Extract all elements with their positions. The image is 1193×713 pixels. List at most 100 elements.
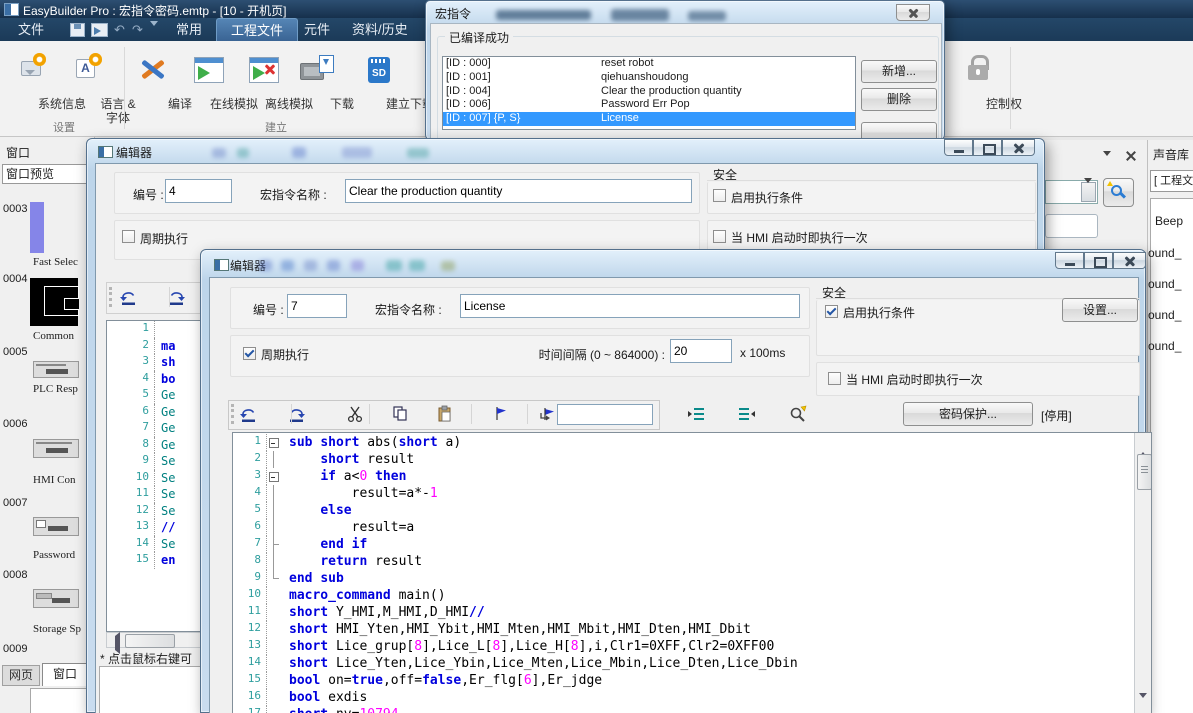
maximize-button[interactable]	[973, 139, 1002, 156]
undo-icon[interactable]: ↶	[114, 22, 125, 38]
macro-row[interactable]: [ID : 000]reset robot	[443, 57, 855, 71]
system-info-icon	[18, 51, 54, 91]
qat-menu-caret-icon[interactable]	[150, 26, 158, 40]
undo-icon[interactable]	[119, 288, 139, 306]
panel-menu-caret-icon[interactable]	[1103, 156, 1111, 170]
lock-icon	[960, 51, 996, 91]
editor4-startup-checkbox[interactable]	[713, 230, 726, 243]
editor7-periodic-label: 周期执行	[261, 346, 309, 363]
editor4-periodic-label: 周期执行	[140, 230, 188, 247]
menu-tab-common[interactable]: 常用	[162, 18, 216, 41]
panel-close-icon[interactable]	[1125, 150, 1137, 162]
editor4-no-input[interactable]	[165, 179, 232, 203]
sound-item[interactable]: Beep	[1155, 214, 1183, 228]
sound-list: Beep ound_ ound_ ound_ ound_	[1150, 198, 1193, 713]
close-button[interactable]	[1113, 252, 1146, 269]
editor7-startup-checkbox[interactable]	[828, 372, 841, 385]
ribbon-group-build: 建立	[128, 119, 424, 135]
code-line: 17short nv=10794	[233, 706, 1151, 713]
app-icon	[4, 3, 19, 16]
window-thumbnail[interactable]	[30, 202, 44, 253]
copy-icon[interactable]	[391, 405, 411, 423]
menu-file[interactable]: 文件	[4, 18, 58, 41]
editor7-periodic-checkbox[interactable]	[243, 347, 256, 360]
sound-filter-dropdown[interactable]: [ 工程文	[1150, 170, 1193, 192]
maximize-button[interactable]	[1084, 252, 1113, 269]
tab-window[interactable]: 窗口	[42, 663, 88, 686]
scroll-up-icon[interactable]	[1139, 438, 1147, 452]
code-line: 16bool exdis	[233, 689, 1151, 706]
editor7-code-area[interactable]: 1sub short abs(short a)2 short result3 i…	[232, 432, 1152, 713]
scroll-thumb[interactable]	[1137, 454, 1152, 490]
editor7-toolbar	[228, 400, 660, 430]
code-line: 4 result=a*-1	[233, 485, 1151, 502]
undo-icon[interactable]	[239, 405, 259, 423]
editor7-password-protect-button[interactable]: 密码保护...	[903, 402, 1033, 426]
minimize-button[interactable]	[1055, 252, 1084, 269]
minimize-button[interactable]	[944, 139, 973, 156]
window-thumbnail[interactable]	[33, 439, 79, 458]
macro-dialog-close-button[interactable]	[896, 4, 930, 21]
indent-icon[interactable]	[687, 405, 707, 423]
compile-status-label: 已编译成功	[445, 29, 513, 46]
macro-delete-button[interactable]: 删除	[861, 88, 937, 111]
outdent-icon[interactable]	[736, 405, 756, 423]
menu-tab-object[interactable]: 元件	[290, 18, 344, 41]
editor7-interval-input[interactable]	[670, 339, 732, 363]
editor4-name-input[interactable]	[345, 179, 692, 203]
macro-row[interactable]: [ID : 006]Password Err Pop	[443, 98, 855, 112]
macro-row-selected[interactable]: [ID : 007] {P, S}License	[443, 112, 855, 126]
combobox-arrow-icon[interactable]	[1081, 182, 1096, 202]
window-thumbnail[interactable]	[33, 517, 79, 536]
code-line: 12short HMI_Yten,HMI_Ybit,HMI_Mten,HMI_M…	[233, 621, 1151, 638]
editor4-periodic-checkbox[interactable]	[122, 230, 135, 243]
scroll-down-icon[interactable]	[1139, 698, 1147, 712]
editor7-no-input[interactable]	[287, 294, 347, 318]
editor7-exec-condition-label: 启用执行条件	[843, 304, 915, 321]
code-line: 10macro_command main()	[233, 587, 1151, 604]
editor-window-7: 编辑器 编号 : 宏指令名称 : 安全 启用执行条件 设置...	[200, 249, 1146, 713]
window-preview-dropdown[interactable]: 窗口预览	[2, 164, 92, 184]
editor7-vscrollbar[interactable]	[1134, 433, 1151, 713]
sound-item[interactable]: ound_	[1148, 277, 1181, 291]
editor7-name-label: 宏指令名称 :	[375, 301, 442, 318]
export-icon[interactable]	[91, 23, 108, 37]
window-thumbnail[interactable]	[33, 361, 79, 378]
sound-item[interactable]: ound_	[1148, 339, 1181, 353]
close-button[interactable]	[1002, 139, 1035, 156]
address-search-button[interactable]	[1103, 178, 1134, 207]
cut-icon[interactable]	[346, 405, 366, 423]
find-icon[interactable]	[788, 405, 808, 423]
redo-icon[interactable]	[286, 405, 306, 423]
macro-new-button[interactable]: 新增...	[861, 60, 937, 83]
find-input[interactable]	[557, 404, 653, 425]
code-line: 14short Lice_Yten,Lice_Ybin,Lice_Mten,Li…	[233, 655, 1151, 672]
sound-item[interactable]: ound_	[1148, 308, 1181, 322]
scroll-thumb[interactable]	[125, 634, 175, 648]
editor7-settings-button[interactable]: 设置...	[1062, 298, 1138, 322]
window-thumbnail[interactable]	[33, 589, 79, 608]
sound-item[interactable]: ound_	[1148, 246, 1181, 260]
scroll-left-icon[interactable]	[111, 636, 120, 650]
address-value-field[interactable]	[1045, 214, 1098, 238]
menu-tab-data[interactable]: 资料/历史	[338, 18, 422, 41]
window-thumbnail[interactable]	[30, 278, 78, 326]
window-controls	[944, 139, 1035, 156]
online-simulation-icon	[190, 51, 226, 91]
editor7-exec-condition-checkbox[interactable]	[825, 305, 838, 318]
redo-icon[interactable]: ↷	[132, 22, 143, 38]
tab-webpage[interactable]: 网页	[2, 665, 40, 686]
macro-row[interactable]: [ID : 004]Clear the production quantity	[443, 85, 855, 99]
save-icon[interactable]	[70, 23, 85, 37]
editor4-exec-condition-checkbox[interactable]	[713, 189, 726, 202]
paste-icon[interactable]	[436, 405, 456, 423]
sound-panel-title: 声音库	[1153, 146, 1189, 163]
ribbon-control-token-button[interactable]: 控制权	[952, 45, 1004, 131]
macro-list[interactable]: [ID : 000]reset robot [ID : 001]qiehuans…	[442, 56, 856, 130]
bookmark-toggle-icon[interactable]	[492, 405, 512, 423]
offline-simulation-icon	[245, 51, 281, 91]
download-icon	[298, 51, 334, 91]
editor7-name-input[interactable]	[460, 294, 800, 318]
menu-tab-project[interactable]: 工程文件	[216, 18, 298, 41]
macro-row[interactable]: [ID : 001]qiehuanshoudong	[443, 71, 855, 85]
